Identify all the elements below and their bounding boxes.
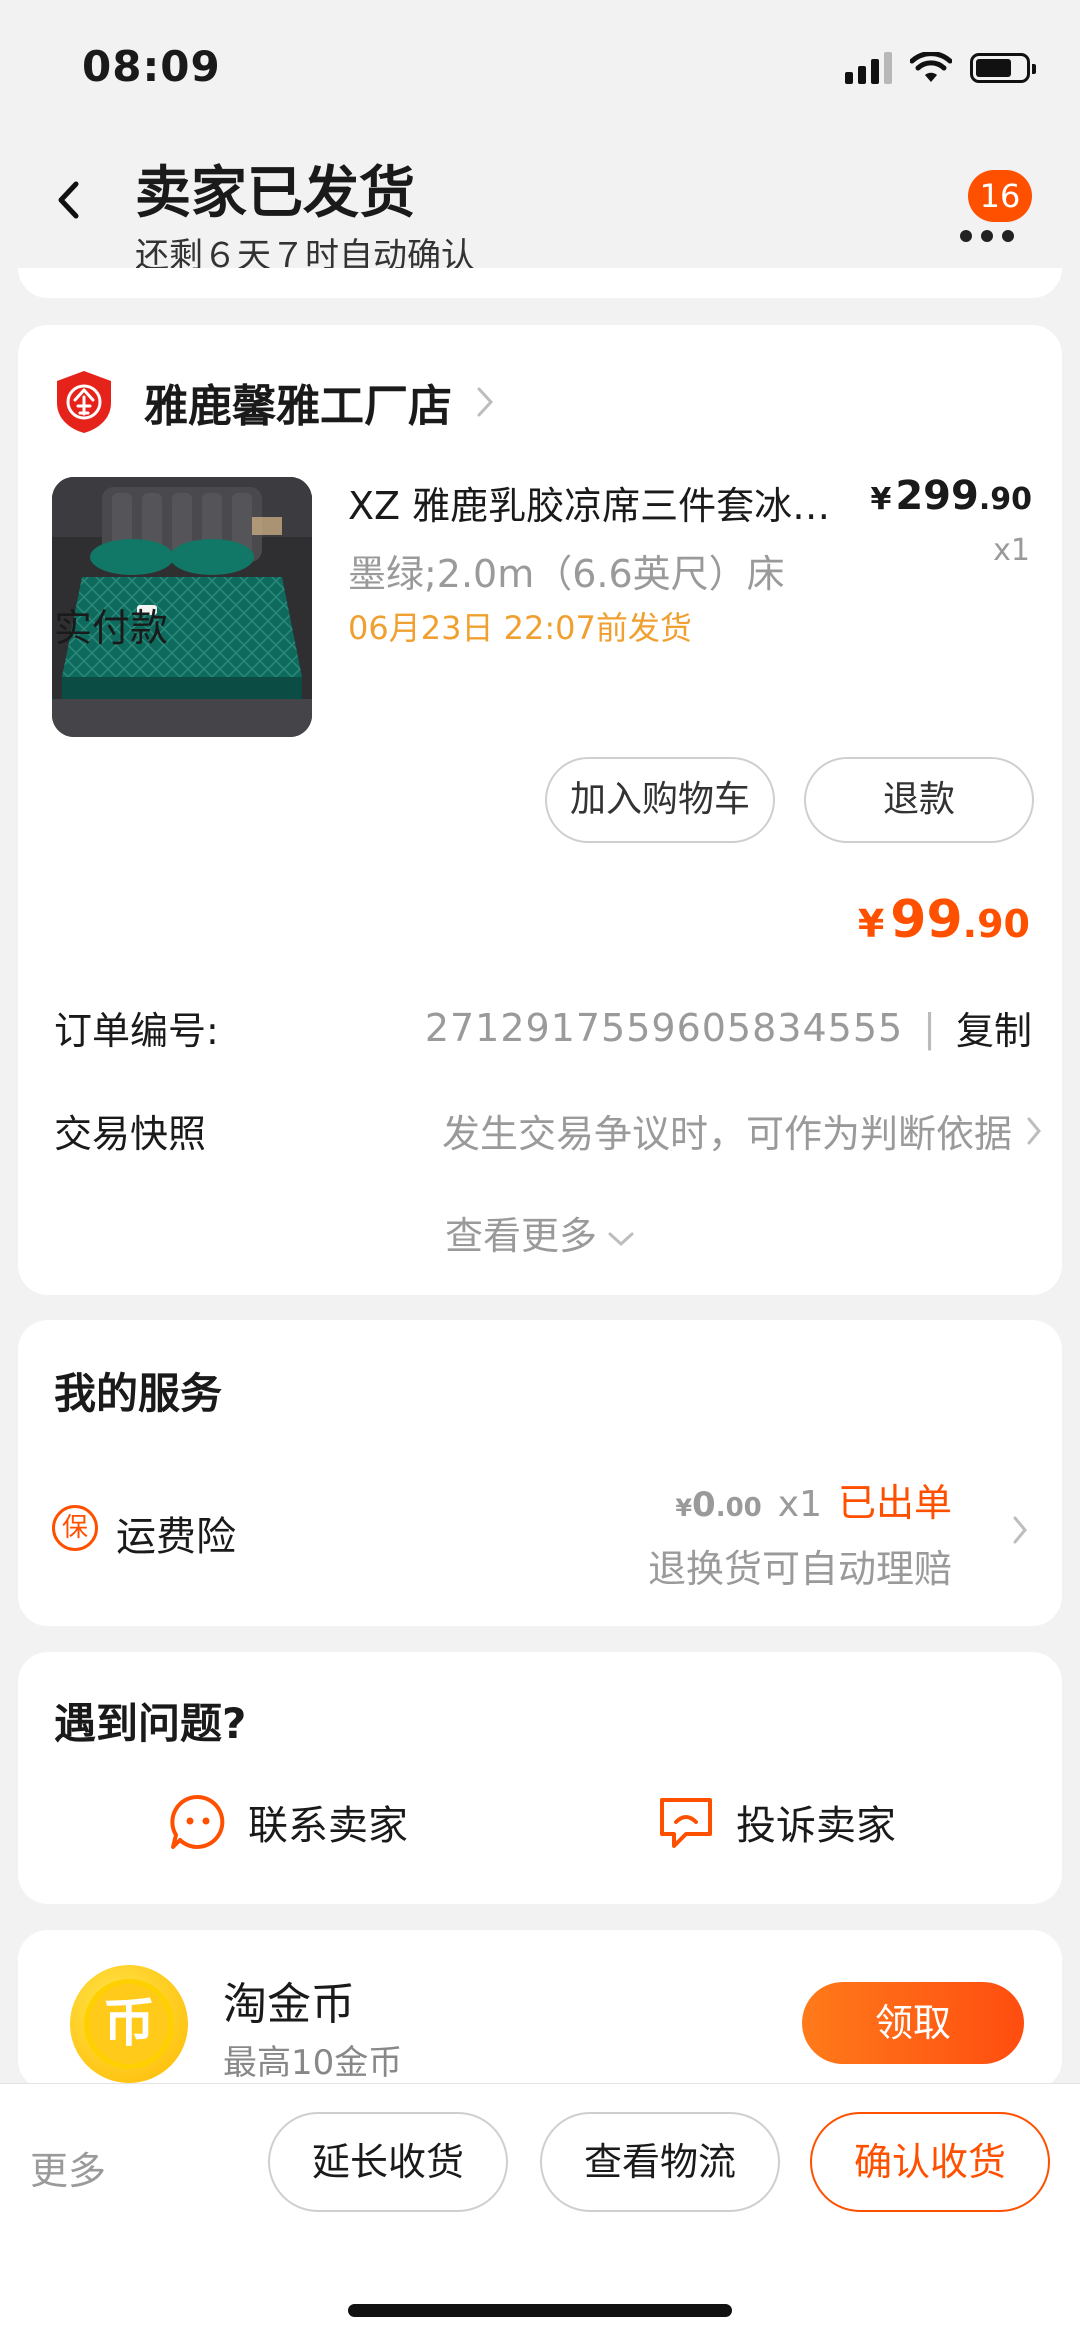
service-status: 已出单 <box>837 1481 952 1525</box>
order-number-row: 2712917559605834555 | 复制 <box>425 1000 1032 1055</box>
price-integer: 299 <box>895 473 979 519</box>
shop-link[interactable]: 雅鹿馨雅工厂店 <box>54 367 494 437</box>
contact-seller-button[interactable]: 联系卖家 <box>168 1792 408 1852</box>
back-button[interactable] <box>48 175 88 225</box>
gold-coin-icon: 币 <box>70 1965 188 2083</box>
services-title: 我的服务 <box>54 1369 223 1418</box>
status-time: 08:09 <box>82 42 221 91</box>
paid-label: 实付款 <box>54 606 169 650</box>
coin-glyph: 币 <box>84 1979 174 2069</box>
coin-subtitle: 最高10金币 <box>223 2043 403 2083</box>
paid-amount: ¥99.90 <box>858 890 1030 950</box>
coin-title: 淘金币 <box>223 1979 355 2030</box>
taobao-coin-card: 币 淘金币 最高10金币 领取 <box>18 1930 1062 2090</box>
contact-seller-label: 联系卖家 <box>248 1803 408 1849</box>
paid-decimal: .90 <box>962 902 1030 946</box>
complain-seller-button[interactable]: 投诉卖家 <box>656 1792 896 1852</box>
status-icons <box>845 48 1036 88</box>
service-name: 运费险 <box>116 1514 236 1560</box>
confirm-receipt-button[interactable]: 确认收货 <box>810 2112 1050 2212</box>
more-actions-button[interactable]: 更多 <box>30 2140 106 2195</box>
page-header: 卖家已发货 还剩６天７时自动确认 16 <box>0 130 1080 290</box>
chevron-right-icon <box>1027 1117 1041 1144</box>
message-count-badge: 16 <box>968 170 1032 222</box>
help-card: 遇到问题? 联系卖家 投诉卖家 <box>18 1652 1062 1904</box>
add-to-cart-button[interactable]: 加入购物车 <box>545 757 775 843</box>
product-quantity: x1 <box>993 533 1030 568</box>
chevron-down-icon <box>608 1232 634 1246</box>
enterprise-shop-badge-icon <box>57 371 111 433</box>
service-price-integer: 0 <box>692 1485 716 1525</box>
my-services-card: 我的服务 保 运费险 ¥0.00 x1 已出单 退换货可自动理赔 <box>18 1320 1062 1626</box>
extend-receipt-button[interactable]: 延长收货 <box>268 2112 508 2212</box>
wifi-icon <box>910 52 952 82</box>
collapsed-card-edge <box>18 268 1062 298</box>
service-description: 退换货可自动理赔 <box>647 1547 952 1591</box>
order-number-label: 订单编号: <box>54 1009 219 1053</box>
order-number: 2712917559605834555 <box>424 1005 904 1050</box>
product-price: ¥299.90 <box>870 473 1032 519</box>
chevron-right-icon <box>1013 1516 1027 1544</box>
shop-name: 雅鹿馨雅工厂店 <box>144 381 452 432</box>
status-bar: 08:09 <box>0 0 1080 130</box>
more-menu-button[interactable]: 16 <box>960 170 1032 250</box>
more-dots-icon <box>960 230 1014 242</box>
snapshot-description: 发生交易争议时，可作为判断依据 <box>441 1112 1012 1156</box>
price-currency: ¥ <box>870 482 892 517</box>
paid-currency: ¥ <box>857 902 885 946</box>
trade-snapshot-link[interactable]: 发生交易争议时，可作为判断依据 <box>442 1103 1042 1158</box>
refund-button[interactable]: 退款 <box>804 757 1034 843</box>
cellular-signal-icon <box>845 52 892 84</box>
ship-deadline: 06月23日 22:07前发货 <box>348 609 692 647</box>
page-title: 卖家已发货 <box>135 161 415 226</box>
home-indicator[interactable] <box>348 2304 732 2317</box>
product-title[interactable]: XZ 雅鹿乳胶凉席三件套冰丝席可折叠 <box>348 475 838 530</box>
chevron-right-icon <box>477 387 494 417</box>
chevron-left-icon <box>58 181 79 219</box>
paid-integer: 99 <box>890 890 963 950</box>
price-decimal: .90 <box>978 482 1032 517</box>
copy-order-number-button[interactable]: 复制 <box>956 1000 1032 1055</box>
order-card: 雅鹿馨雅工厂店 XZ 雅鹿乳胶凉席三件套冰丝 墨绿;2.0m（6.6英尺）床 0… <box>18 325 1062 1295</box>
see-more-button[interactable]: 查看更多 <box>18 1205 1062 1260</box>
complaint-icon <box>660 1798 712 1848</box>
see-more-label: 查看更多 <box>444 1214 597 1258</box>
snapshot-label: 交易快照 <box>54 1112 207 1156</box>
claim-coins-button[interactable]: 领取 <box>802 1982 1024 2064</box>
insurance-shield-icon: 保 <box>52 1505 98 1551</box>
product-sku: 墨绿;2.0m（6.6英尺）床 <box>348 552 785 596</box>
help-title: 遇到问题? <box>54 1699 247 1748</box>
complain-seller-label: 投诉卖家 <box>736 1803 896 1849</box>
service-price-row: ¥0.00 x1 已出单 <box>675 1472 952 1527</box>
service-price-currency: ¥ <box>675 1494 693 1522</box>
battery-icon <box>970 53 1036 83</box>
divider: | <box>923 1005 936 1050</box>
view-logistics-button[interactable]: 查看物流 <box>540 2112 780 2212</box>
bottom-action-bar: 更多 延长收货 查看物流 确认收货 <box>0 2083 1080 2337</box>
chat-bubble-icon <box>170 1794 225 1849</box>
service-price-decimal: .00 <box>715 1493 762 1523</box>
service-price: ¥0.00 <box>675 1485 761 1525</box>
service-quantity: x1 <box>777 1484 822 1525</box>
